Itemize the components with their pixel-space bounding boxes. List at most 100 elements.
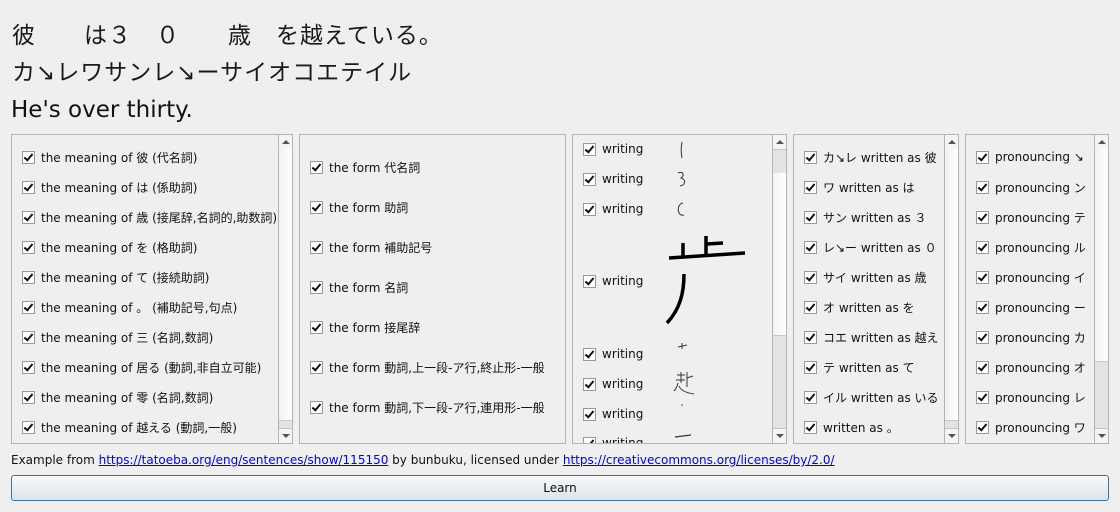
written-as-item[interactable]: イル written as いる xyxy=(804,387,939,407)
learn-button[interactable]: Learn xyxy=(11,475,1109,501)
pronouncing-item[interactable]: pronouncing カ xyxy=(976,327,1086,347)
meaning-item[interactable]: the meaning of を (格助詞) xyxy=(22,237,197,257)
pronouncing-item[interactable]: pronouncing レ xyxy=(976,387,1086,407)
meaning-item[interactable]: the meaning of 。 (補助記号,句点) xyxy=(22,297,237,317)
checkbox[interactable] xyxy=(804,180,817,194)
pronouncing-item[interactable]: pronouncing オ xyxy=(976,357,1086,377)
scroll-up-button[interactable] xyxy=(773,135,786,150)
checkbox[interactable] xyxy=(22,240,35,254)
checkbox[interactable] xyxy=(976,180,989,194)
pronouncing-item[interactable]: pronouncing イ xyxy=(976,267,1086,287)
written-as-item[interactable]: カ↘レ written as 彼 xyxy=(804,147,937,167)
pronouncing-item[interactable]: pronouncing ー xyxy=(976,297,1086,317)
checkbox[interactable] xyxy=(310,280,323,294)
checkbox[interactable] xyxy=(22,180,35,194)
written-as-item[interactable]: レ↘ー written as ０ xyxy=(804,237,937,257)
written-as-item[interactable]: コエ written as 越え xyxy=(804,327,939,347)
checkbox[interactable] xyxy=(804,210,817,224)
checkbox[interactable] xyxy=(583,407,596,421)
checkbox[interactable] xyxy=(976,240,989,254)
pronouncing-item[interactable]: pronouncing ワ xyxy=(976,417,1086,437)
checkbox[interactable] xyxy=(310,400,323,414)
writing-item[interactable]: writing xyxy=(583,344,643,364)
form-item[interactable]: the form 名詞 xyxy=(310,277,408,297)
checkbox[interactable] xyxy=(804,390,817,404)
checkbox[interactable] xyxy=(22,420,35,434)
form-item[interactable]: the form 代名詞 xyxy=(310,157,420,177)
checkbox[interactable] xyxy=(976,300,989,314)
checkbox[interactable] xyxy=(583,347,596,361)
meaning-item[interactable]: the meaning of 三 (名詞,数詞) xyxy=(22,327,213,347)
checkbox[interactable] xyxy=(976,420,989,434)
form-item[interactable]: the form 動詞,下一段-ア行,連用形-一般 xyxy=(310,397,545,417)
written-as-item[interactable]: ワ written as は xyxy=(804,177,915,197)
scroll-up-button[interactable] xyxy=(945,135,958,150)
writing-item[interactable]: writing xyxy=(583,139,643,159)
checkbox[interactable] xyxy=(804,150,817,164)
checkbox[interactable] xyxy=(804,330,817,344)
checkbox[interactable] xyxy=(22,390,35,404)
pronouncing-item[interactable]: pronouncing ン xyxy=(976,177,1086,197)
checkbox[interactable] xyxy=(976,270,989,284)
checkbox[interactable] xyxy=(976,150,989,164)
form-item[interactable]: the form 動詞,上一段-ア行,終止形-一般 xyxy=(310,357,545,377)
checkbox[interactable] xyxy=(583,377,596,391)
written-as-scrollbar[interactable] xyxy=(944,135,958,443)
form-item[interactable]: the form 助詞 xyxy=(310,197,408,217)
writing-item[interactable]: writing xyxy=(583,374,643,394)
written-as-item[interactable]: サン written as ３ xyxy=(804,207,927,227)
checkbox[interactable] xyxy=(22,150,35,164)
checkbox[interactable] xyxy=(22,300,35,314)
written-as-item[interactable]: オ written as を xyxy=(804,297,915,317)
scroll-down-button[interactable] xyxy=(773,428,786,443)
pronouncing-item[interactable]: pronouncing テ xyxy=(976,207,1086,227)
meaning-item[interactable]: the meaning of 越える (動詞,一般) xyxy=(22,417,237,437)
checkbox[interactable] xyxy=(310,360,323,374)
writing-item[interactable]: writing xyxy=(583,169,643,189)
writing-item[interactable]: writing xyxy=(583,271,643,291)
scroll-up-button[interactable] xyxy=(279,135,292,150)
checkbox[interactable] xyxy=(804,270,817,284)
checkbox[interactable] xyxy=(22,330,35,344)
checkbox[interactable] xyxy=(976,330,989,344)
scroll-track[interactable] xyxy=(279,149,292,421)
writing-item[interactable]: writing xyxy=(583,433,643,443)
checkbox[interactable] xyxy=(583,436,596,443)
scroll-thumb[interactable] xyxy=(773,173,786,337)
scroll-down-button[interactable] xyxy=(279,428,292,443)
checkbox[interactable] xyxy=(583,202,596,216)
pronouncing-scrollbar[interactable] xyxy=(1094,135,1108,443)
writing-scrollbar[interactable] xyxy=(772,135,786,443)
written-as-item[interactable]: サイ written as 歳 xyxy=(804,267,927,287)
checkbox[interactable] xyxy=(804,360,817,374)
written-as-item[interactable]: written as 。 xyxy=(804,417,899,437)
scroll-down-button[interactable] xyxy=(945,428,958,443)
meaning-item[interactable]: the meaning of て (接続助詞) xyxy=(22,267,209,287)
pronouncing-item[interactable]: pronouncing ル xyxy=(976,237,1086,257)
meaning-item[interactable]: the meaning of 歳 (接尾辞,名詞的,助数詞) xyxy=(22,207,277,227)
scroll-down-button[interactable] xyxy=(1095,428,1108,443)
form-item[interactable]: the form 補助記号 xyxy=(310,237,432,257)
source-link[interactable]: https://tatoeba.org/eng/sentences/show/1… xyxy=(99,453,389,467)
checkbox[interactable] xyxy=(22,270,35,284)
meaning-item[interactable]: the meaning of は (係助詞) xyxy=(22,177,197,197)
scroll-track[interactable] xyxy=(1095,149,1108,363)
scroll-up-button[interactable] xyxy=(1095,135,1108,150)
checkbox[interactable] xyxy=(804,300,817,314)
checkbox[interactable] xyxy=(583,172,596,186)
checkbox[interactable] xyxy=(310,320,323,334)
meaning-item[interactable]: the meaning of 彼 (代名詞) xyxy=(22,147,197,167)
meaning-item[interactable]: the meaning of 零 (名詞,数詞) xyxy=(22,387,213,407)
meanings-scrollbar[interactable] xyxy=(278,135,292,443)
checkbox[interactable] xyxy=(804,240,817,254)
checkbox[interactable] xyxy=(22,210,35,224)
checkbox[interactable] xyxy=(22,360,35,374)
scroll-region-below[interactable] xyxy=(773,335,786,429)
meaning-item[interactable]: the meaning of 居る (動詞,非自立可能) xyxy=(22,357,261,377)
scroll-region-above[interactable] xyxy=(773,149,786,175)
writing-item[interactable]: writing xyxy=(583,404,643,424)
checkbox[interactable] xyxy=(976,210,989,224)
checkbox[interactable] xyxy=(804,420,817,434)
checkbox[interactable] xyxy=(310,200,323,214)
scroll-thumb[interactable] xyxy=(1095,361,1108,429)
